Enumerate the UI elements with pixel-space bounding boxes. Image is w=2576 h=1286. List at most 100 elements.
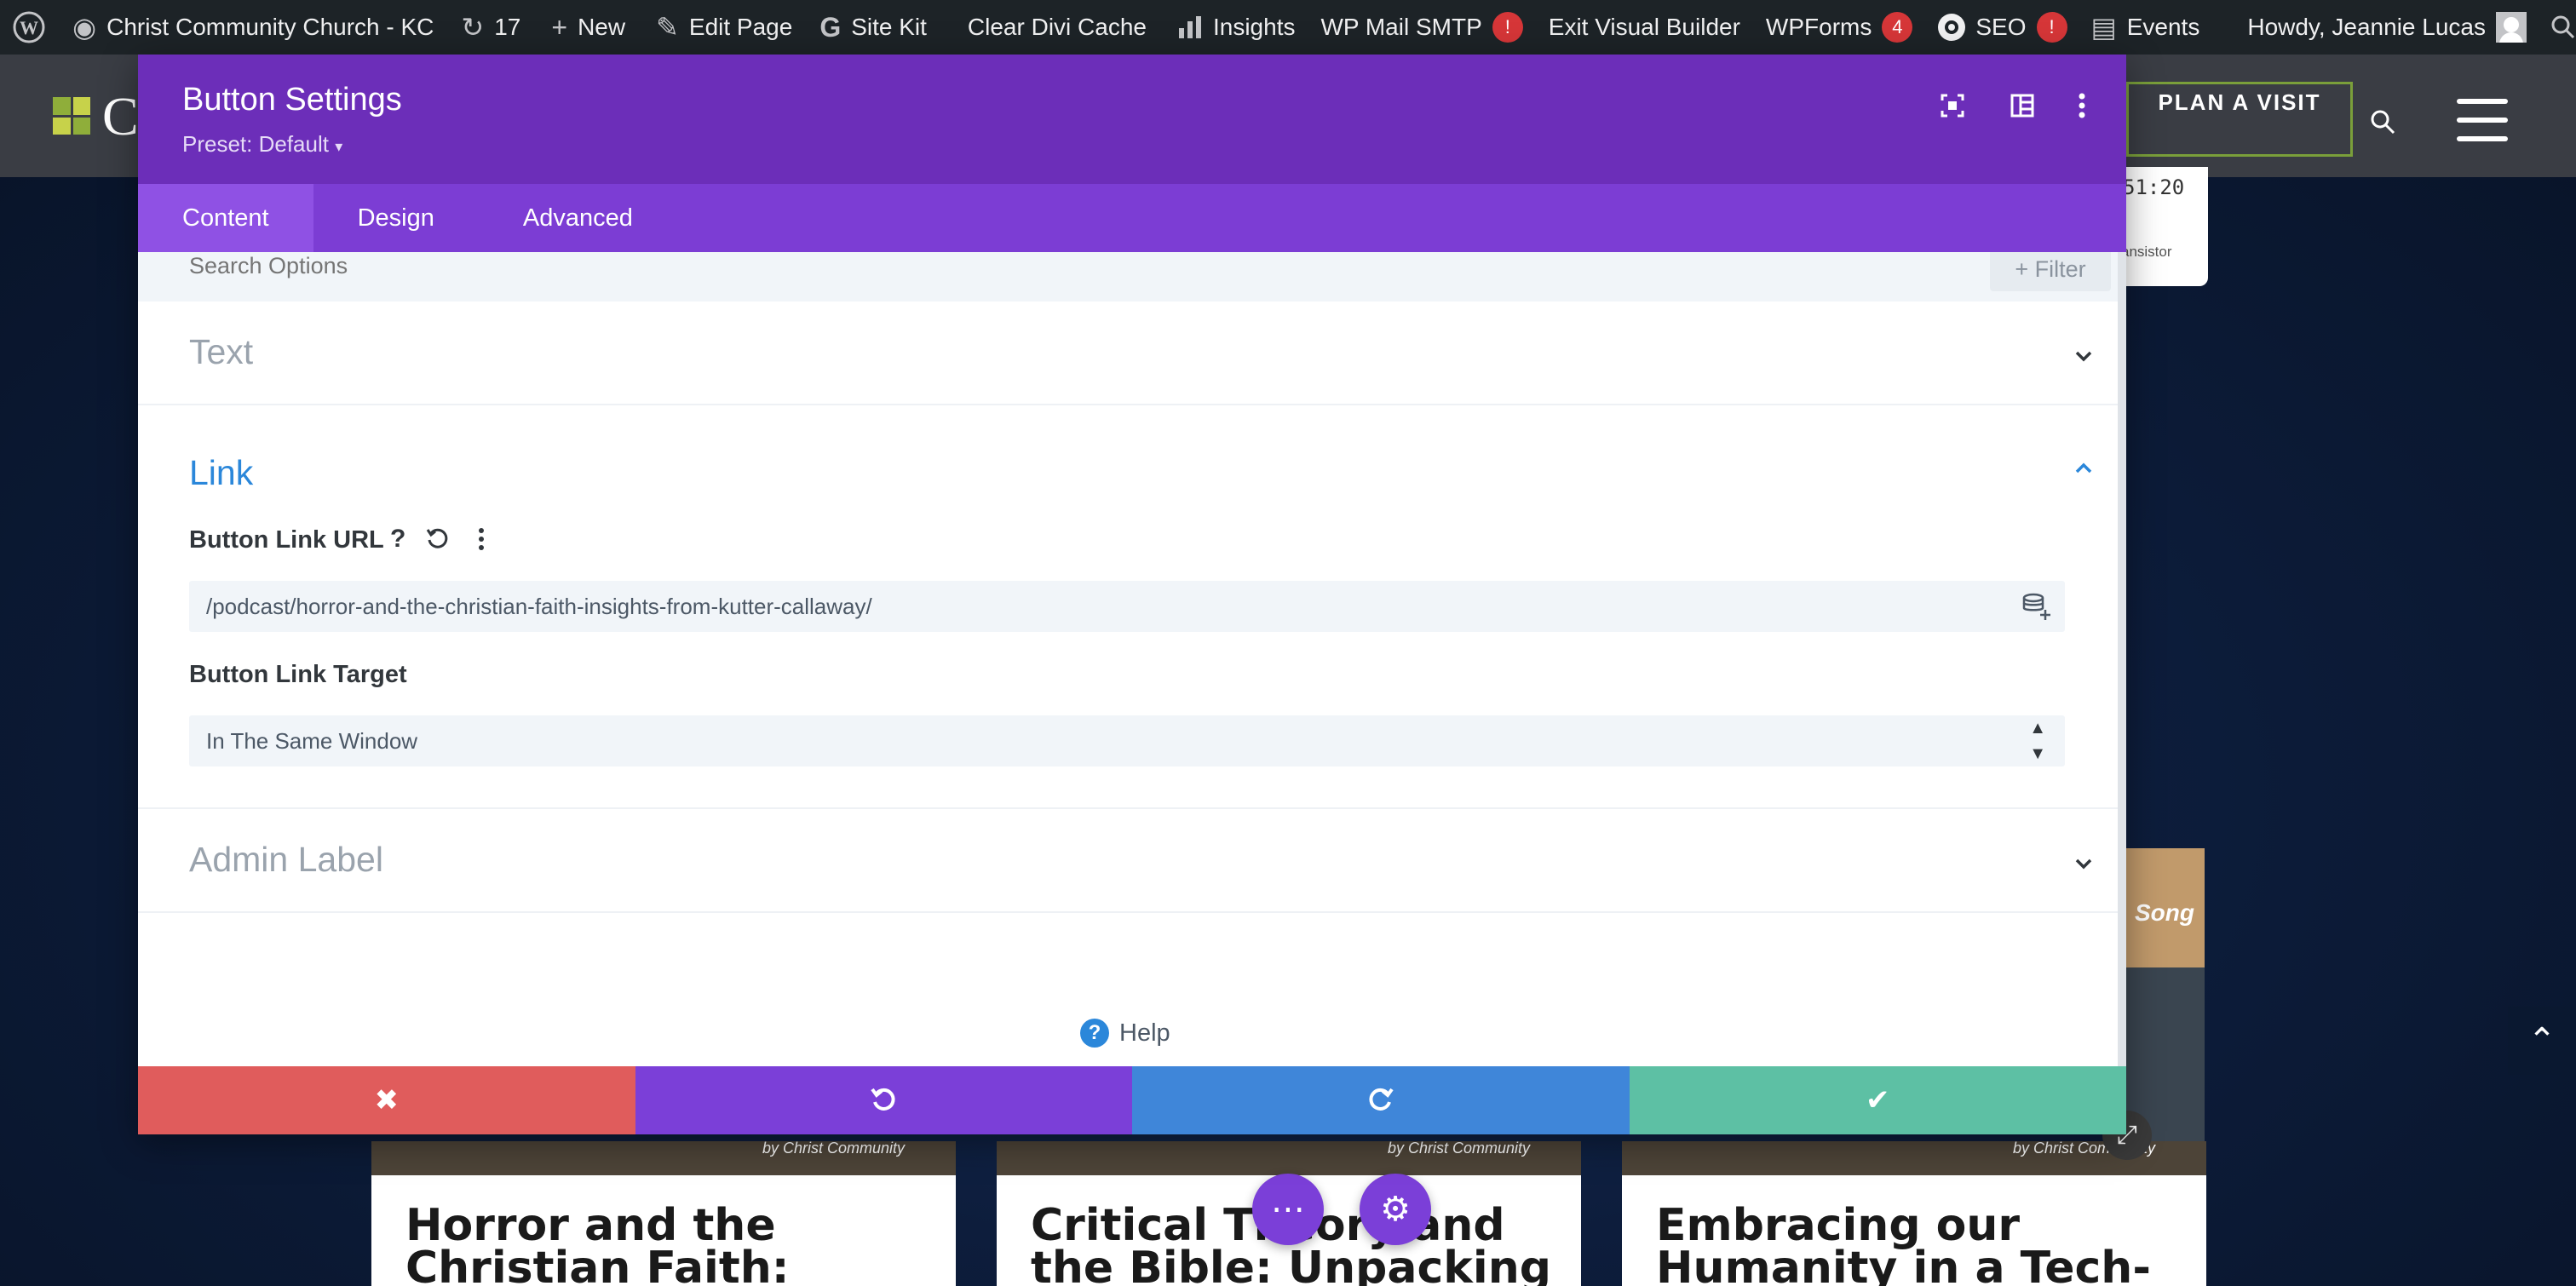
post-card[interactable]: by Christ Community Embracing our Humani… [1622,1140,2206,1286]
help-link[interactable]: ? Help [1080,1019,1170,1048]
section-text[interactable]: Text [138,301,2118,405]
post-card[interactable]: by Christ Community Horror and the Chris… [371,1140,956,1286]
button-link-url-input[interactable]: /podcast/horror-and-the-christian-faith-… [189,581,2065,632]
search-icon [2551,15,2575,39]
section-link-title[interactable]: Link [189,453,253,493]
plan-a-visit-button[interactable]: PLAN A VISIT [2126,82,2353,157]
calendar-icon: ▤ [2090,12,2117,43]
admin-site-kit[interactable]: G Site Kit [819,0,927,55]
modal-title: Button Settings [182,82,402,118]
admin-new[interactable]: + New [551,0,625,55]
search-options-input[interactable] [189,252,1467,283]
button-settings-modal: Button Settings Preset: Default ▾ Conten… [138,55,2126,1134]
admin-account[interactable]: Howdy, Jeannie Lucas [2247,0,2527,55]
chevron-down-icon[interactable] [2072,852,2096,876]
builder-settings-button[interactable]: ⚙ [1360,1174,1431,1245]
admin-seo[interactable]: SEO ! [1936,0,2067,55]
admin-site-name[interactable]: ◉ Christ Community Church - KC [72,0,434,55]
undo-icon [871,1088,895,1111]
wpforms-label: WPForms [1765,14,1872,40]
checkmark-icon: ✔ [1866,1084,1890,1117]
admin-edit-page[interactable]: ✎ Edit Page [656,0,792,55]
wp-mail-label: WP Mail SMTP [1320,14,1482,40]
avatar [2496,12,2527,43]
undo-button[interactable] [635,1066,1132,1134]
modal-header: Button Settings Preset: Default ▾ [138,55,2126,184]
edit-page-label: Edit Page [688,14,793,40]
field-tools: ? [390,525,494,554]
bar-chart-icon [1178,16,1201,38]
cancel-button[interactable]: ✖ [138,1066,635,1134]
help-question-icon[interactable]: ? [390,525,405,554]
admin-insights[interactable]: Insights [1177,0,1296,55]
admin-search[interactable] [2550,0,2576,55]
admin-site-name-label: Christ Community Church - KC [106,14,434,40]
target-selected-value: In The Same Window [206,728,418,754]
help-icon: ? [1080,1019,1109,1048]
builder-more-button[interactable]: ⋯ [1252,1174,1324,1245]
scroll-to-top-button[interactable]: ⌃ [2508,1007,2576,1075]
post-thumbnail[interactable]: by Christ Community [997,1140,1581,1175]
filter-button[interactable]: + Filter [1990,252,2111,291]
modal-scrollbar[interactable] [2118,252,2126,1121]
dynamic-content-icon[interactable] [2021,591,2051,622]
section-text-title[interactable]: Text [189,332,253,372]
button-link-target-select[interactable]: In The Same Window ▲ ▼ [189,715,2065,766]
site-search-icon[interactable] [2370,109,2395,135]
field-more-icon[interactable] [469,526,494,552]
section-admin-label[interactable]: Admin Label [138,809,2118,913]
post-thumb-caption: by Christ Community [1387,1140,1530,1157]
site-logo-text[interactable]: C [102,85,139,148]
wordpress-logo-icon[interactable]: W [12,0,60,55]
reset-icon[interactable] [424,526,450,552]
chevron-down-icon[interactable] [2072,344,2096,368]
close-icon: ✖ [374,1084,400,1117]
admin-clear-cache[interactable]: Clear Divi Cache [968,0,1147,55]
hamburger-menu-icon[interactable] [2457,99,2508,141]
google-g-icon: G [819,12,842,43]
post-thumbnail[interactable]: by Christ Community [371,1140,956,1175]
admin-events[interactable]: ▤ Events [2091,0,2200,55]
svg-text:W: W [20,17,38,38]
modal-tabs: Content Design Advanced [138,184,2126,252]
post-title[interactable]: Horror and the Christian Faith: [405,1203,934,1286]
tab-content[interactable]: Content [138,184,313,252]
notification-badge: 4 [1882,12,1913,43]
insights-label: Insights [1212,14,1296,40]
tab-advanced[interactable]: Advanced [479,184,677,252]
site-logo-icon[interactable] [53,97,90,135]
side-card-clock: 51:20 [2123,175,2185,199]
exit-builder-label: Exit Visual Builder [1548,14,1740,40]
admin-wpforms[interactable]: WPForms 4 [1765,0,1913,55]
fullscreen-icon[interactable] [1935,89,1969,123]
post-title[interactable]: Embracing our Humanity in a Tech- [1656,1203,2184,1286]
select-arrows-icon: ▲ ▼ [2029,719,2046,763]
side-card-text: ansistor [2121,244,2172,260]
help-label: Help [1119,1019,1170,1047]
tab-design[interactable]: Design [313,184,479,252]
new-label: New [578,14,626,40]
updates-count: 17 [494,14,521,40]
button-link-target-label: Button Link Target [189,661,407,688]
events-label: Events [2126,14,2200,40]
clear-cache-label: Clear Divi Cache [967,14,1147,40]
split-view-icon[interactable] [2005,89,2039,123]
admin-wp-mail-smtp[interactable]: WP Mail SMTP ! [1320,0,1523,55]
admin-exit-visual-builder[interactable]: Exit Visual Builder [1549,0,1740,55]
wordpress-icon: W [13,11,45,43]
modal-body: + Filter Text Link Button Link URL ? [138,252,2118,1121]
plus-icon: + [551,12,568,43]
wp-admin-bar: W ◉ Christ Community Church - KC ↻ 17 + … [0,0,2576,55]
notification-badge: ! [2036,12,2067,43]
admin-updates[interactable]: ↻ 17 [461,0,520,55]
dashboard-icon: ◉ [72,12,97,43]
more-options-icon[interactable] [2065,89,2099,123]
preset-dropdown[interactable]: Preset: Default ▾ [182,131,342,158]
chevron-up-icon[interactable] [2072,456,2096,480]
section-admin-label-title[interactable]: Admin Label [189,840,383,880]
redo-button[interactable] [1132,1066,1630,1134]
section-more-icon[interactable] [2111,456,2118,480]
save-button[interactable]: ✔ [1629,1066,2126,1134]
song-label: Song [2135,899,2194,926]
section-link: Link Button Link URL ? /podcast/horror-a… [138,405,2118,809]
